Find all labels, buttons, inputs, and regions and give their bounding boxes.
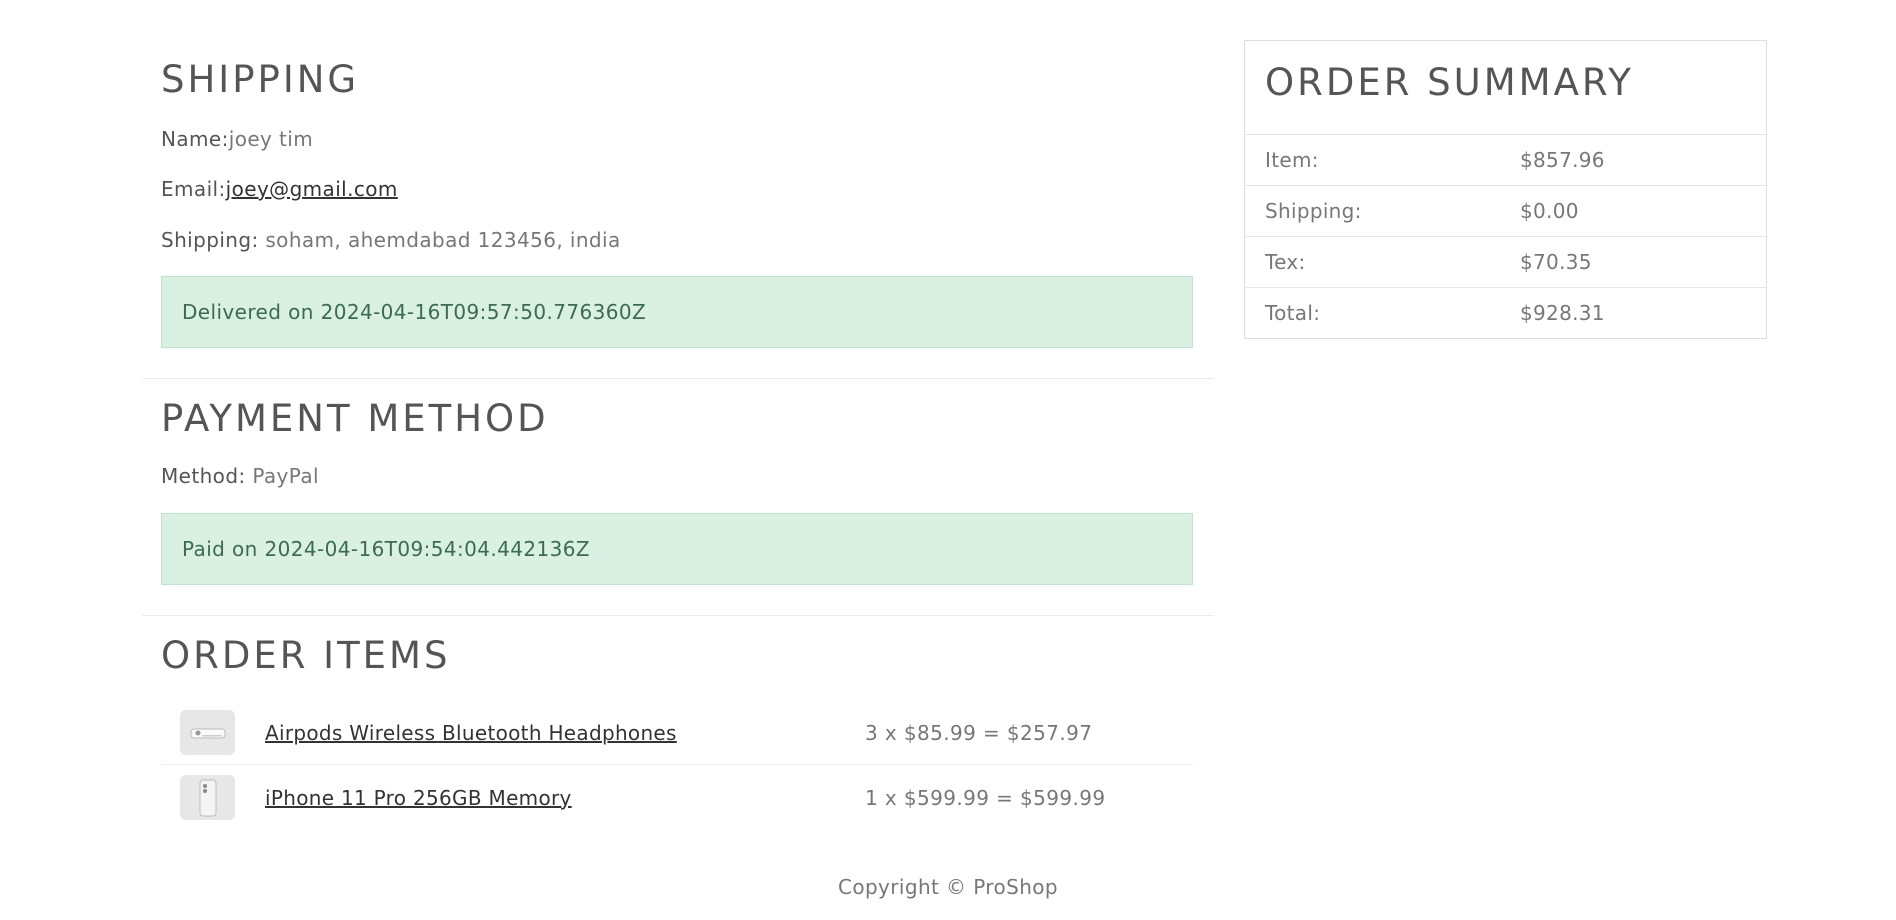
iphone-image	[180, 775, 235, 820]
list-item: Airpods Wireless Bluetooth Headphones 3 …	[180, 700, 1193, 765]
summary-row-tax: Tex: $70.35	[1245, 236, 1766, 287]
email-label: Email:	[161, 177, 226, 201]
order-item-price: 1 x $599.99 = $599.99	[865, 785, 1106, 810]
summary-value: $70.35	[1520, 250, 1592, 274]
method-label: Method:	[161, 464, 246, 488]
order-items-section: ORDER ITEMS	[142, 634, 469, 677]
summary-label: Tex:	[1265, 250, 1306, 274]
payment-method-line: Method: PayPal	[161, 464, 319, 488]
summary-label: Item:	[1265, 148, 1319, 172]
summary-value: $928.31	[1520, 301, 1605, 325]
shipping-name-line: Name:joey tim	[161, 127, 313, 151]
shipping-section: SHIPPING	[142, 58, 378, 101]
order-summary-card: ORDER SUMMARY Item: $857.96 Shipping: $0…	[1244, 40, 1767, 339]
payment-heading: PAYMENT METHOD	[161, 397, 549, 440]
method-value: PayPal	[252, 464, 319, 488]
address-label: Shipping:	[161, 228, 259, 252]
shipping-heading: SHIPPING	[161, 58, 360, 101]
summary-row-shipping: Shipping: $0.00	[1245, 185, 1766, 236]
list-item: iPhone 11 Pro 256GB Memory 1 x $599.99 =…	[180, 765, 1193, 830]
shipping-email-line: Email:joey@gmail.com	[161, 177, 398, 201]
order-item-price: 3 x $85.99 = $257.97	[865, 720, 1093, 745]
footer-copyright: Copyright © ProShop	[837, 875, 1059, 899]
section-divider	[142, 615, 1214, 616]
summary-value: $857.96	[1520, 148, 1605, 172]
payment-section: PAYMENT METHOD	[142, 397, 568, 440]
section-divider	[142, 378, 1214, 379]
summary-row-item: Item: $857.96	[1245, 134, 1766, 185]
name-value: joey tim	[228, 127, 314, 151]
summary-value: $0.00	[1520, 199, 1579, 223]
order-item-link[interactable]: Airpods Wireless Bluetooth Headphones	[265, 721, 677, 745]
summary-label: Total:	[1265, 301, 1321, 325]
order-item-link[interactable]: iPhone 11 Pro 256GB Memory	[265, 786, 572, 810]
shipping-address-line: Shipping: soham, ahemdabad 123456, india	[161, 228, 621, 252]
summary-row-total: Total: $928.31	[1245, 287, 1766, 338]
order-summary-heading: ORDER SUMMARY	[1265, 61, 1634, 104]
email-link[interactable]: joey@gmail.com	[226, 177, 398, 201]
summary-label: Shipping:	[1265, 199, 1362, 223]
address-value: soham, ahemdabad 123456, india	[265, 228, 621, 252]
name-label: Name:	[161, 127, 229, 151]
airpods-image	[180, 710, 235, 755]
order-items-heading: ORDER ITEMS	[161, 634, 451, 677]
paid-status-alert: Paid on 2024-04-16T09:54:04.442136Z	[161, 513, 1193, 585]
delivered-status-alert: Delivered on 2024-04-16T09:57:50.776360Z	[161, 276, 1193, 348]
